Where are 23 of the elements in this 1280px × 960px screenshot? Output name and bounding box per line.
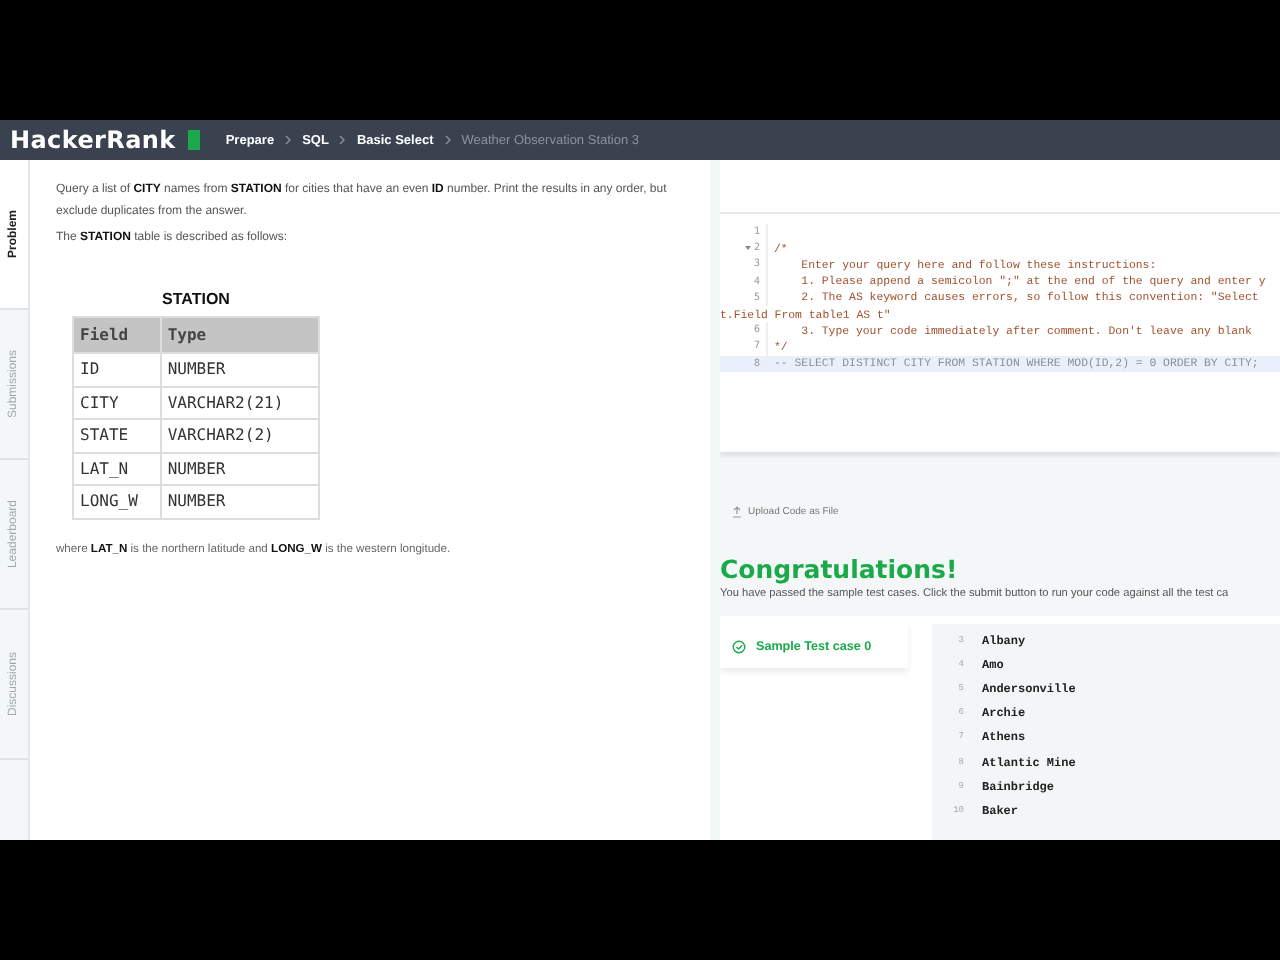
logo-text[interactable]: HackerRank xyxy=(10,126,176,154)
fold-caret-icon[interactable] xyxy=(743,244,752,253)
upload-icon xyxy=(732,506,742,518)
table-cell: STATE xyxy=(73,419,161,452)
column-header: Field xyxy=(73,317,161,353)
code-editor[interactable] xyxy=(720,160,1280,454)
logo-mark-icon xyxy=(187,130,200,150)
chevron-icon xyxy=(284,134,293,146)
table-cell: LAT_N xyxy=(73,452,161,485)
check-circle-icon xyxy=(732,639,746,653)
table-cell: VARCHAR2(21) xyxy=(160,386,319,419)
column-header: Type xyxy=(160,317,319,353)
chevron-icon xyxy=(443,134,452,146)
table-cell: NUMBER xyxy=(160,485,319,518)
chevron-icon xyxy=(338,134,347,146)
table-cell: CITY xyxy=(73,386,161,419)
table-cell: NUMBER xyxy=(160,353,319,386)
success-heading: Congratulations! xyxy=(720,554,960,584)
table-cell: ID xyxy=(73,353,161,386)
table-cell: LONG_W xyxy=(73,485,161,518)
table-cell: VARCHAR2(2) xyxy=(160,419,319,452)
table-title: STATION xyxy=(162,290,230,308)
table-cell: NUMBER xyxy=(160,452,319,485)
